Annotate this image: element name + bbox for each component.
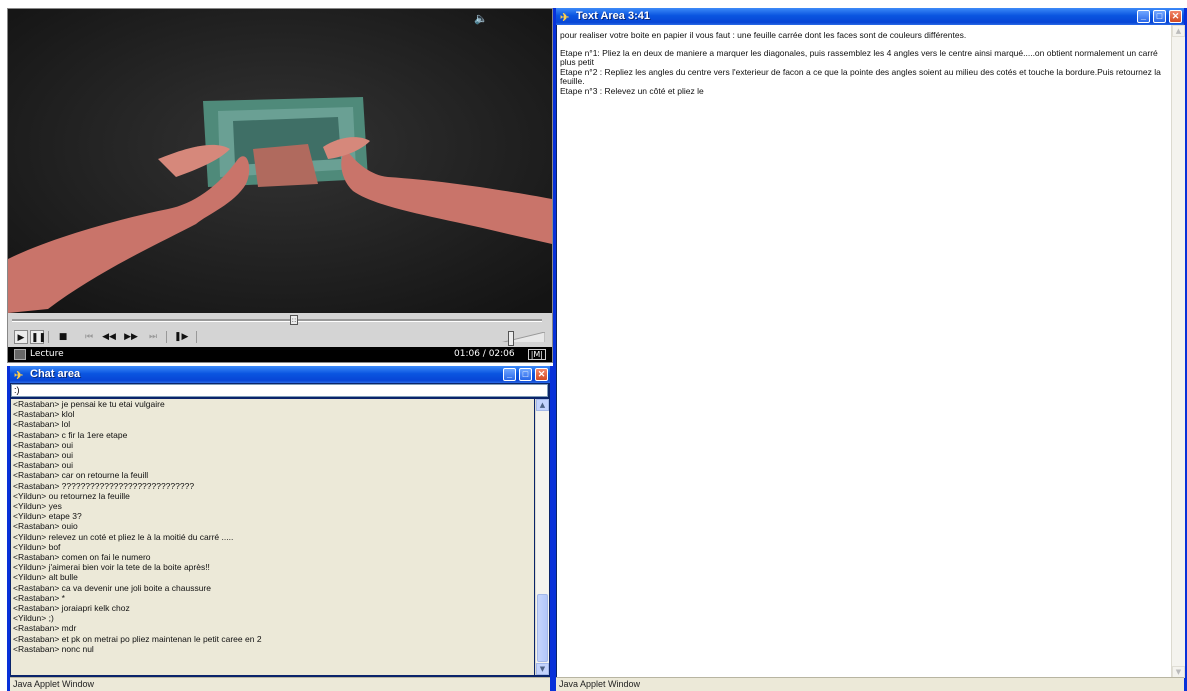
chat-message: <Rastaban> car on retourne la feuill [13, 470, 149, 481]
scroll-down-icon[interactable]: ▼ [536, 663, 549, 675]
chat-message: <Rastaban> nonc nul [13, 643, 94, 654]
video-player: :: ▶ ❚❚ ■ ⏮ ◀◀ ▶▶ ⏭ ❚▶ 🔈 Lecture 01:06 / 02:06 … [7, 8, 553, 363]
volume-thumb[interactable] [508, 331, 514, 346]
chat-message: <Rastaban> c fir la 1ere etape [13, 429, 128, 440]
stop-button[interactable]: ■ [56, 330, 70, 344]
scroll-up-icon[interactable]: ▲ [536, 399, 549, 411]
text-area-titlebar[interactable]: ✈ Text Area 3:41 _ □ ✕ [556, 8, 1184, 25]
chat-message: <Yildun> j'aimerai bien voir la tete de … [13, 562, 210, 573]
rewind-button[interactable]: ◀◀ [102, 330, 116, 344]
previous-button[interactable]: ⏮ [82, 330, 96, 344]
toolbar-separator [166, 331, 167, 343]
chat-window: ✈ Chat area _ □ ✕ <Rastaban> je pensai k… [7, 366, 553, 691]
status-icon [14, 349, 26, 360]
minimize-button[interactable]: _ [503, 368, 516, 381]
player-status-bar: Lecture 01:06 / 02:06 |M| [8, 347, 552, 362]
instructions-step-2: Etape n°2 : Repliez les angles du centre… [560, 66, 1161, 86]
chat-message: <Rastaban> ???????????????????????????? [13, 480, 195, 491]
text-area-status-bar: Java Applet Window [556, 677, 1184, 691]
toolbar-separator [196, 331, 197, 343]
chat-message: <Yildun> etape 3? [13, 511, 82, 522]
chat-message: <Rastaban> ouio [13, 521, 78, 532]
chat-status-bar: Java Applet Window [10, 677, 550, 691]
chat-message: <Yildun> relevez un coté et pliez le à l… [13, 531, 234, 542]
chat-message: <Rastaban> oui [13, 450, 74, 461]
chat-scrollbar[interactable]: ▲ ▼ [535, 399, 549, 675]
applet-icon: ✈ [14, 370, 24, 382]
volume-slider[interactable] [500, 332, 545, 342]
play-button[interactable]: ▶ [14, 330, 28, 344]
pause-button[interactable]: ❚❚ [30, 330, 46, 344]
seek-bar[interactable]: :: [8, 313, 552, 327]
seek-thumb[interactable]: :: [290, 315, 298, 325]
chat-message: <Rastaban> et pk on metrai po pliez main… [13, 633, 262, 644]
instructions-step-3: Etape n°3 : Relevez un côté et pliez le [560, 85, 704, 96]
chat-message: <Rastaban> lol [13, 419, 71, 430]
volume-icon[interactable]: 🔈 [474, 12, 488, 25]
chat-message: <Yildun> bof [13, 541, 61, 552]
next-button[interactable]: ⏭ [146, 330, 160, 344]
text-area-scrollbar[interactable]: ▲ ▼ [1171, 25, 1185, 678]
fast-forward-button[interactable]: ▶▶ [124, 330, 138, 344]
chat-scroll-thumb[interactable] [537, 594, 548, 662]
seek-track [12, 319, 542, 322]
chat-message: <Rastaban> klol [13, 409, 75, 420]
chat-log[interactable]: <Rastaban> je pensai ke tu etai vulgaire… [11, 399, 534, 675]
chat-message: <Rastaban> oui [13, 439, 74, 450]
instructions-step-1: Etape n°1: Pliez la en deux de maniere a… [560, 47, 1158, 67]
chat-message: <Rastaban> comen on fai le numero [13, 552, 151, 563]
maximize-button[interactable]: □ [1153, 10, 1166, 23]
chat-titlebar[interactable]: ✈ Chat area _ □ ✕ [10, 366, 550, 383]
chat-title: Chat area [30, 368, 81, 380]
video-image [8, 9, 552, 313]
chat-message: <Yildun> ou retournez la feuille [13, 490, 130, 501]
chat-message-list: <Rastaban> je pensai ke tu etai vulgaire… [11, 399, 534, 654]
scroll-up-icon[interactable]: ▲ [1172, 25, 1185, 37]
chat-message: <Yildun> yes [13, 501, 62, 512]
playback-status: Lecture [30, 349, 64, 359]
maximize-button[interactable]: □ [519, 368, 532, 381]
chat-message: <Rastaban> * [13, 592, 65, 603]
chat-message: <Rastaban> oui [13, 460, 74, 471]
instructions-text[interactable]: pour realiser votre boite en papier il v… [557, 25, 1171, 678]
chat-input[interactable] [11, 384, 548, 397]
chat-message: <Rastaban> ca va devenir une joli boite … [13, 582, 211, 593]
chat-message: <Rastaban> je pensai ke tu etai vulgaire [13, 399, 165, 409]
chat-message: <Rastaban> mdr [13, 623, 77, 634]
playback-controls: ▶ ❚❚ ■ ⏮ ◀◀ ▶▶ ⏭ ❚▶ [8, 327, 552, 347]
video-frame[interactable] [8, 9, 552, 313]
playback-time: 01:06 / 02:06 [454, 349, 515, 359]
instructions-intro: pour realiser votre boite en papier il v… [560, 30, 967, 40]
text-area-title: Text Area 3:41 [576, 10, 650, 22]
chat-message: <Yildun> alt bulle [13, 572, 78, 583]
text-area-window: ✈ Text Area 3:41 _ □ ✕ pour realiser vot… [553, 8, 1187, 691]
close-button[interactable]: ✕ [535, 368, 548, 381]
minimize-button[interactable]: _ [1137, 10, 1150, 23]
step-button[interactable]: ❚▶ [174, 330, 188, 344]
mode-toggle[interactable]: |M| [527, 349, 546, 360]
toolbar-separator [48, 331, 49, 343]
chat-message: <Yildun> ;) [13, 613, 54, 624]
close-button[interactable]: ✕ [1169, 10, 1182, 23]
chat-message: <Rastaban> joraiapri kelk choz [13, 603, 130, 614]
